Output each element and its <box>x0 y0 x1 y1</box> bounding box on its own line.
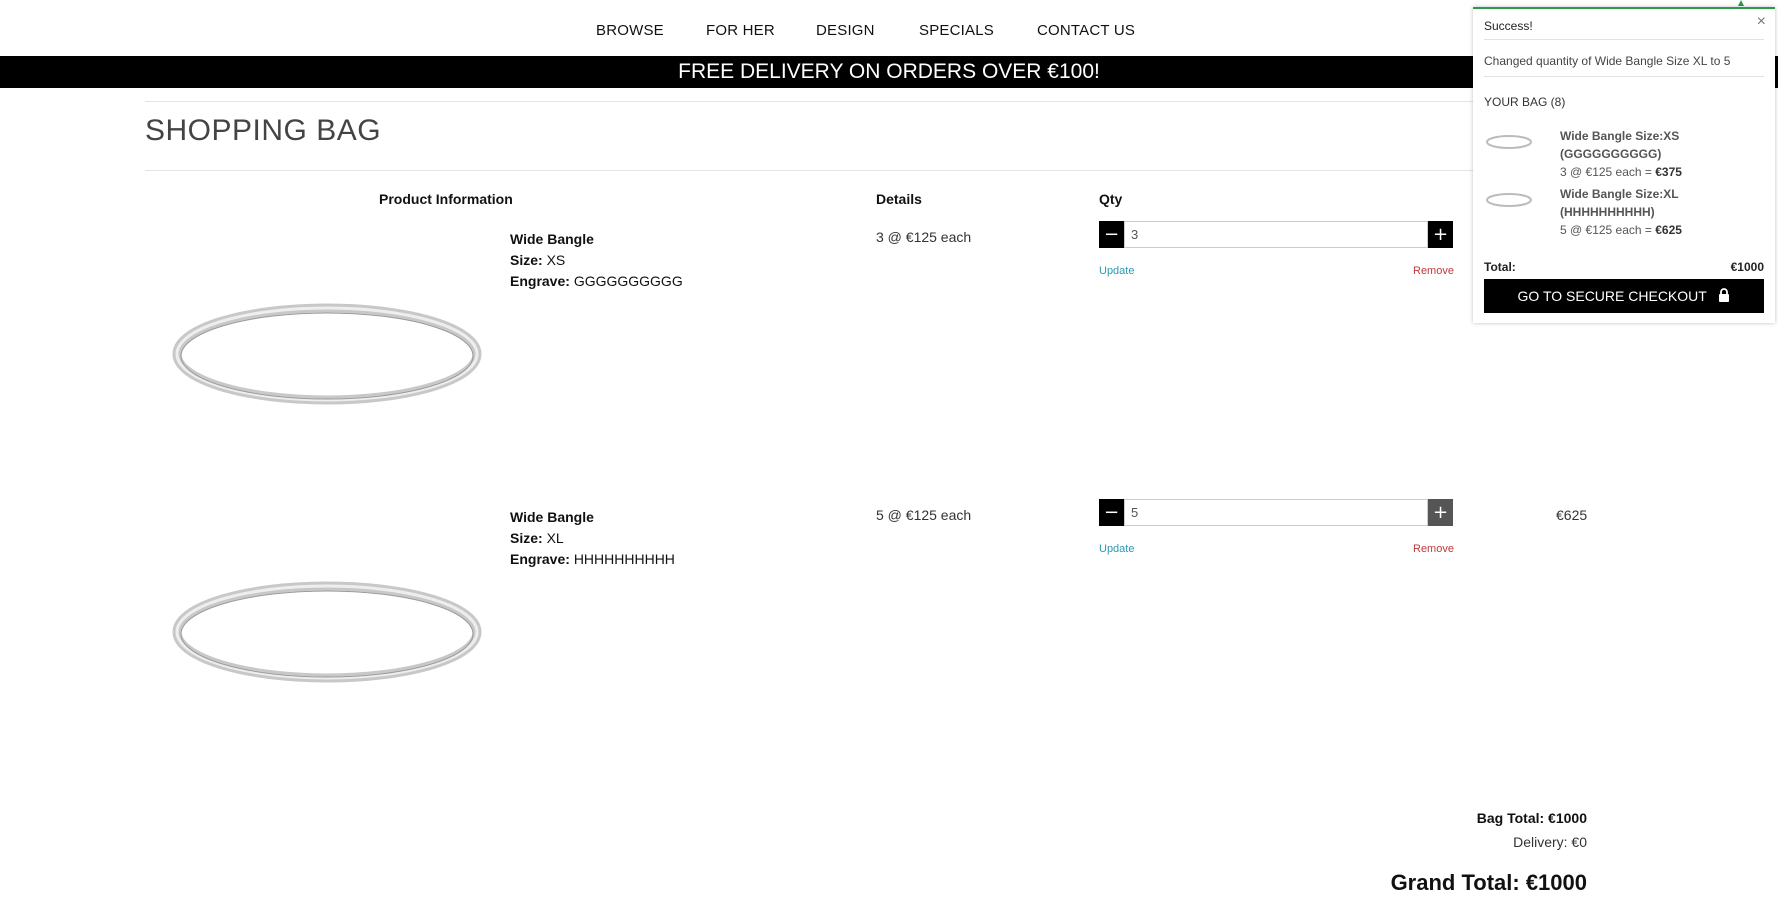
divider <box>145 101 1625 102</box>
item-details: 3 @ €125 each <box>876 229 972 245</box>
size-value: XL <box>546 530 564 546</box>
quantity-stepper: − + <box>1099 499 1453 527</box>
nav-for-her[interactable]: FOR HER <box>706 22 775 39</box>
delivery-total: Delivery: €0 <box>1513 834 1587 850</box>
popup-header: Success! <box>1484 19 1533 33</box>
mini-item-qty-price: 5 @ €125 each = <box>1560 223 1656 237</box>
mini-item-total: €625 <box>1655 223 1682 237</box>
header-details: Details <box>876 191 922 207</box>
remove-link[interactable]: Remove <box>1413 265 1454 277</box>
quantity-stepper: − + <box>1099 221 1453 249</box>
product-name: Wide Bangle <box>510 509 594 525</box>
bangle-product-image <box>172 303 482 405</box>
decrease-qty-button[interactable]: − <box>1099 499 1124 526</box>
quantity-input[interactable] <box>1124 499 1428 526</box>
checkout-label: GO TO SECURE CHECKOUT <box>1517 288 1707 304</box>
divider <box>1484 39 1764 40</box>
mini-bag-item: Wide Bangle Size:XS (GGGGGGGGGG) 3 @ €12… <box>1484 127 1764 183</box>
product-info: Wide Bangle Size: XS Engrave: GGGGGGGGGG <box>510 229 683 292</box>
nav-design[interactable]: DESIGN <box>816 22 875 39</box>
mini-bag-item: Wide Bangle Size:XL (HHHHHHHHHH) 5 @ €12… <box>1484 185 1764 241</box>
update-link[interactable]: Update <box>1099 543 1134 555</box>
grand-total: Grand Total: €1000 <box>1390 870 1587 895</box>
lock-icon <box>1719 288 1730 302</box>
your-bag-label: YOUR BAG (8) <box>1484 95 1566 109</box>
engrave-label: Engrave: <box>510 551 570 567</box>
item-details: 5 @ €125 each <box>876 507 972 523</box>
increase-qty-button[interactable]: + <box>1428 499 1453 526</box>
mini-item-qty-price: 3 @ €125 each = <box>1560 165 1656 179</box>
close-icon[interactable]: × <box>1757 13 1766 31</box>
bangle-product-image <box>172 581 482 683</box>
popup-total-label: Total: <box>1484 260 1516 274</box>
nav-specials[interactable]: SPECIALS <box>919 22 994 39</box>
header-product-information: Product Information <box>379 191 513 207</box>
divider <box>1484 76 1764 77</box>
page-title: SHOPPING BAG <box>145 114 382 147</box>
secure-checkout-button[interactable]: GO TO SECURE CHECKOUT <box>1484 279 1764 313</box>
product-name: Wide Bangle <box>510 231 594 247</box>
mini-bag-item-info: Wide Bangle Size:XS (GGGGGGGGGG) 3 @ €12… <box>1560 127 1682 181</box>
mini-item-name: Wide Bangle Size:XS <box>1560 129 1680 143</box>
mini-item-total: €375 <box>1655 165 1682 179</box>
increase-qty-button[interactable]: + <box>1428 221 1453 248</box>
divider <box>145 170 1625 171</box>
decrease-qty-button[interactable]: − <box>1099 221 1124 248</box>
popup-total-value: €1000 <box>1730 260 1764 274</box>
popup-pointer <box>1738 0 1744 6</box>
bag-total: Bag Total: €1000 <box>1476 810 1587 826</box>
cart-row: Wide Bangle Size: XL Engrave: HHHHHHHHHH… <box>0 499 1778 777</box>
mini-bag-item-info: Wide Bangle Size:XL (HHHHHHHHHH) 5 @ €12… <box>1560 185 1682 239</box>
mini-bag-popup: Success! × Changed quantity of Wide Bang… <box>1473 7 1775 323</box>
mini-item-engrave: (HHHHHHHHHH) <box>1560 205 1655 219</box>
mini-item-engrave: (GGGGGGGGGG) <box>1560 147 1662 161</box>
bangle-thumbnail <box>1486 193 1532 207</box>
nav-contact-us[interactable]: CONTACT US <box>1037 22 1135 39</box>
nav-browse[interactable]: BROWSE <box>596 22 664 39</box>
size-label: Size: <box>510 252 543 268</box>
quantity-input[interactable] <box>1124 221 1428 248</box>
engrave-value: GGGGGGGGGG <box>573 273 683 289</box>
update-link[interactable]: Update <box>1099 265 1134 277</box>
header-qty: Qty <box>1099 191 1123 207</box>
engrave-label: Engrave: <box>510 273 570 289</box>
engrave-value: HHHHHHHHHH <box>573 551 675 567</box>
popup-total: Total: €1000 <box>1484 260 1764 274</box>
remove-link[interactable]: Remove <box>1413 543 1454 555</box>
product-info: Wide Bangle Size: XL Engrave: HHHHHHHHHH <box>510 507 675 570</box>
size-label: Size: <box>510 530 543 546</box>
line-total: €625 <box>1556 507 1588 523</box>
popup-message: Changed quantity of Wide Bangle Size XL … <box>1484 54 1731 68</box>
mini-item-name: Wide Bangle Size:XL <box>1560 187 1679 201</box>
size-value: XS <box>546 252 566 268</box>
bangle-thumbnail <box>1486 135 1532 149</box>
